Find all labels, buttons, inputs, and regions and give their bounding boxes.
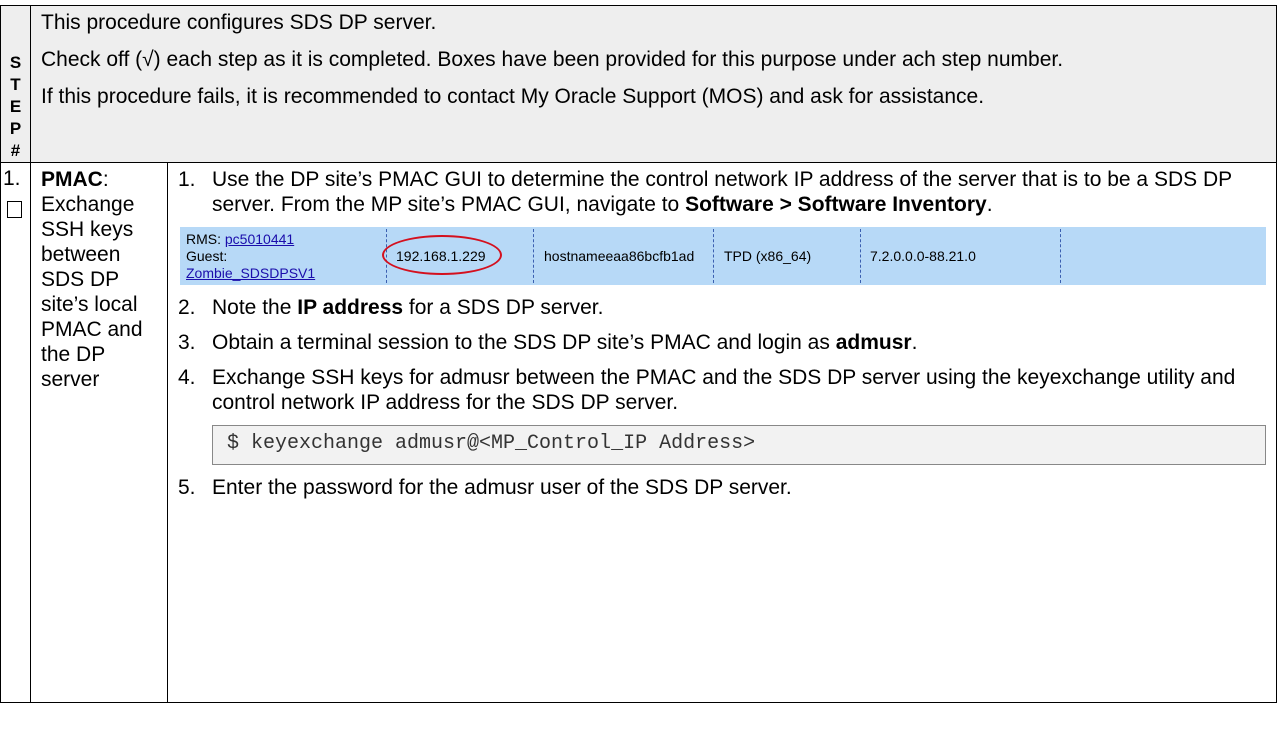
step-instructions-cell: 1. Use the DP site’s PMAC GUI to determi… — [167, 162, 1277, 703]
procedure-table: S T E P # This procedure configures SDS … — [0, 5, 1277, 703]
step-number: 1. — [3, 167, 21, 190]
step-row: 1. PMAC: Exchange SSH keys between SDS D… — [0, 162, 1277, 703]
os-value: TPD (x86_64) — [724, 248, 812, 264]
description-line: Check off (√) each step as it is complet… — [41, 48, 1064, 71]
command-block: $ keyexchange admusr@<MP_Control_IP Addr… — [212, 425, 1266, 465]
procedure-header-row: S T E P # This procedure configures SDS … — [0, 5, 1277, 163]
guest-link[interactable]: Zombie_SDSDPSV1 — [186, 265, 315, 282]
step-letter: E — [9, 97, 22, 116]
instruction-item: 4. Exchange SSH keys for admusr between … — [178, 365, 1266, 415]
description-line: If this procedure fails, it is recommend… — [41, 85, 985, 108]
description-line: This procedure configures SDS DP server. — [41, 11, 437, 34]
rms-guest-cell: RMS: pc5010441 Guest: Zombie_SDSDPSV1 — [186, 231, 316, 282]
step-label: S T E P # — [1, 6, 30, 162]
procedure-page: S T E P # This procedure configures SDS … — [0, 0, 1277, 730]
step-title-text: : Exchange SSH keys between SDS DP site’… — [41, 168, 143, 391]
step-header-cell: S T E P # — [0, 5, 31, 163]
instruction-text: Obtain a terminal session to the SDS DP … — [212, 331, 918, 354]
instruction-text: Enter the password for the admusr user o… — [212, 476, 792, 499]
version-value: 7.2.0.0.0-88.21.0 — [870, 248, 976, 264]
step-title-bold: PMAC — [41, 168, 103, 191]
step-letter: S — [9, 53, 22, 72]
instruction-number: 3. — [178, 331, 196, 354]
step-letter: P — [9, 119, 22, 138]
rms-link[interactable]: pc5010441 — [225, 231, 294, 247]
hostname-value: hostnameeaa86bcfb1ad — [544, 248, 695, 264]
procedure-description: This procedure configures SDS DP server.… — [30, 5, 1277, 163]
step-number-cell: 1. — [0, 162, 31, 703]
instruction-item: 1. Use the DP site’s PMAC GUI to determi… — [178, 167, 1266, 217]
instruction-text: Exchange SSH keys for admusr between the… — [212, 366, 1236, 414]
step-letter: T — [10, 75, 21, 94]
instruction-text: Use the DP site’s PMAC GUI to determine … — [212, 168, 1232, 216]
step-title-cell: PMAC: Exchange SSH keys between SDS DP s… — [30, 162, 168, 703]
instruction-number: 1. — [178, 168, 196, 191]
ip-highlight-circle — [382, 235, 502, 275]
software-inventory-row: RMS: pc5010441 Guest: Zombie_SDSDPSV1 19… — [180, 227, 1266, 285]
instruction-item: 3. Obtain a terminal session to the SDS … — [178, 330, 1266, 355]
instruction-item: 5. Enter the password for the admusr use… — [178, 475, 1266, 500]
step-checkbox[interactable] — [7, 201, 22, 218]
instruction-text: Note the IP address for a SDS DP server. — [212, 296, 604, 319]
instruction-number: 4. — [178, 366, 196, 389]
step-letter: # — [10, 141, 21, 160]
instruction-number: 5. — [178, 476, 196, 499]
instruction-number: 2. — [178, 296, 196, 319]
guest-label: Guest: — [186, 248, 228, 264]
instruction-item: 2. Note the IP address for a SDS DP serv… — [178, 295, 1266, 320]
